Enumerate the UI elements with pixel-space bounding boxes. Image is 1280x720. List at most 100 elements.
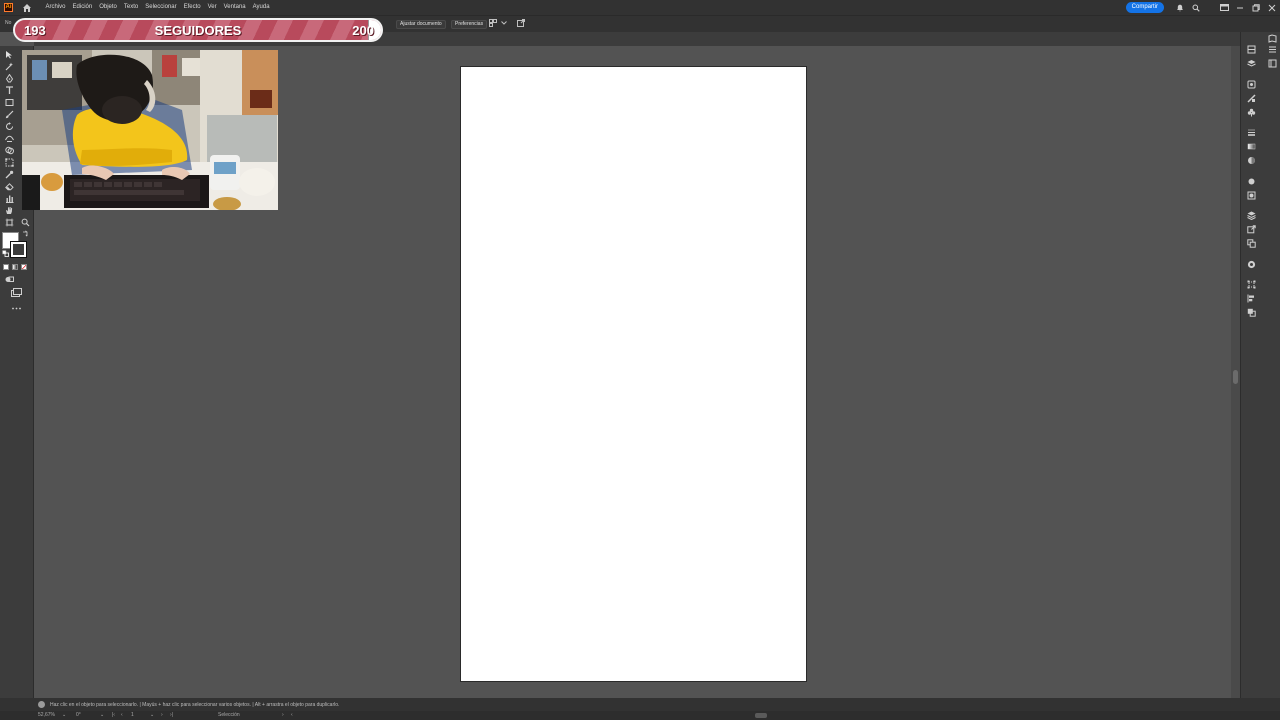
previous-artboard-icon[interactable]: ‹ [121,712,123,718]
current-tool-name: Selección [218,712,240,718]
artboard-tool-icon[interactable] [4,218,14,228]
eyedropper-tool-icon[interactable] [4,170,14,180]
first-artboard-icon[interactable]: |‹ [112,712,115,718]
followers-label: SEGUIDORES [154,23,242,38]
eraser-tool-icon[interactable] [4,182,14,192]
swap-colors-icon[interactable] [21,230,29,238]
stroke-color-swatch[interactable] [10,241,27,258]
status-bar: 52,67% ⌄ 0° ⌄ |‹ ‹ 1 ⌄ › ›| Selección › … [0,711,1280,720]
color-mode-swatch[interactable] [3,264,9,270]
last-artboard-icon[interactable]: ›| [170,712,173,718]
transparency-panel-icon[interactable] [1246,156,1256,166]
menu-edicion[interactable]: Edición [69,0,96,15]
zoom-tool-icon[interactable] [20,218,30,228]
type-tool-icon[interactable] [4,86,14,96]
stroke-panel-icon[interactable] [1246,128,1256,138]
restore-icon[interactable] [1248,0,1264,15]
libraries-icon[interactable] [1267,59,1277,69]
magic-wand-tool-icon[interactable] [4,62,14,72]
shape-builder-tool-icon[interactable] [4,146,14,156]
menu-items: Archivo Edición Objeto Texto Seleccionar… [42,0,273,15]
vertical-scroll-thumb[interactable] [1233,370,1238,384]
clubs-symbol-icon[interactable] [1246,108,1256,118]
menu-objeto[interactable]: Objeto [96,0,121,15]
adjust-document-button[interactable]: Ajustar documento [396,20,446,29]
appearance-panel-icon[interactable] [1246,177,1256,187]
rotate-tool-icon[interactable] [4,122,14,132]
default-colors-icon[interactable] [1,250,9,258]
artboard-number[interactable]: 1 [131,712,134,718]
control-bar-label: No [5,20,12,26]
app-logo: Ai [4,3,13,12]
layers-panel-icon[interactable] [1246,211,1256,221]
divider-icon [1204,0,1216,15]
close-icon[interactable] [1264,0,1280,15]
share-button[interactable]: Compartir [1125,2,1164,13]
align-panel-icon[interactable] [1246,294,1256,304]
webcam-image [22,50,278,210]
rectangle-tool-icon[interactable] [4,98,14,108]
status-menu-icon[interactable]: › [282,712,284,718]
hint-text: Haz clic en el objeto para seleccionarlo… [50,701,340,708]
arrange-documents-icon[interactable] [489,19,499,29]
next-artboard-icon[interactable]: › [161,712,163,718]
webcam-overlay [22,50,278,210]
cc-libraries-icon[interactable] [1246,260,1256,270]
gradient-mode-swatch[interactable] [12,264,18,270]
properties-icon[interactable] [1246,45,1256,55]
illustrator-window: Ai Archivo Edición Objeto Texto Seleccio… [0,0,1280,720]
screen-mode-icon[interactable] [10,288,22,298]
hint-bar: Haz clic en el objeto para seleccionarlo… [0,698,1280,711]
export-icon[interactable] [1246,225,1256,235]
rotation-dropdown-icon[interactable]: ⌄ [100,712,104,718]
menu-bar: Ai Archivo Edición Objeto Texto Seleccio… [0,0,1280,15]
search-icon[interactable] [1188,0,1204,15]
home-icon[interactable] [22,3,32,13]
followers-goal-count: 200 [352,23,374,38]
draw-mode-icon[interactable] [4,275,14,285]
free-transform-tool-icon[interactable] [4,158,14,168]
artboard[interactable] [460,66,807,682]
menu-ventana[interactable]: Ventana [220,0,249,15]
right-panels-dock [1240,32,1280,698]
horizontal-scroll-thumb[interactable] [755,713,767,718]
followers-goal-bar: 193 SEGUIDORES 200 [13,18,383,42]
menu-efecto[interactable]: Efecto [180,0,204,15]
pathfinder-panel-icon[interactable] [1246,308,1256,318]
info-icon [38,701,45,708]
share-for-review-icon[interactable] [516,19,526,29]
menu-seleccionar[interactable]: Seleccionar [142,0,180,15]
learn-icon[interactable] [1267,34,1277,44]
zoom-level[interactable]: 52,67% [38,712,55,718]
transform-panel-icon[interactable] [1246,280,1256,290]
none-mode-swatch[interactable] [21,264,27,270]
width-tool-icon[interactable] [4,134,14,144]
more-tools-icon[interactable] [10,303,22,313]
pen-tool-icon[interactable] [4,73,14,84]
menu-archivo[interactable]: Archivo [42,0,69,15]
status-scroll-icon[interactable]: ‹ [291,712,293,718]
minimize-icon[interactable] [1232,0,1248,15]
rotation-value[interactable]: 0° [76,712,81,718]
bell-icon[interactable] [1172,0,1188,15]
menu-texto[interactable]: Texto [120,0,141,15]
menu-ver[interactable]: Ver [204,0,220,15]
graph-tool-icon[interactable] [4,194,14,204]
vertical-scrollbar[interactable] [1231,46,1240,698]
menu-ayuda[interactable]: Ayuda [249,0,273,15]
layers-icon[interactable] [1246,59,1256,69]
graphic-styles-icon[interactable] [1246,191,1256,201]
color-panel-icon[interactable] [1246,94,1256,104]
paintbrush-tool-icon[interactable] [4,110,14,120]
preferences-button[interactable]: Preferencias [451,20,488,29]
arrange-icon[interactable] [1216,0,1232,15]
library-panel-icon[interactable] [1246,80,1256,90]
artboard-dropdown-icon[interactable]: ⌄ [150,712,154,718]
chevron-down-icon[interactable] [499,19,509,29]
artboards-panel-icon[interactable] [1246,239,1256,249]
gradient-panel-icon[interactable] [1246,142,1256,152]
panel-menu-icon[interactable] [1267,45,1277,55]
selection-tool-icon[interactable] [4,50,14,60]
hand-tool-icon[interactable] [4,206,14,216]
zoom-dropdown-icon[interactable]: ⌄ [62,712,66,718]
